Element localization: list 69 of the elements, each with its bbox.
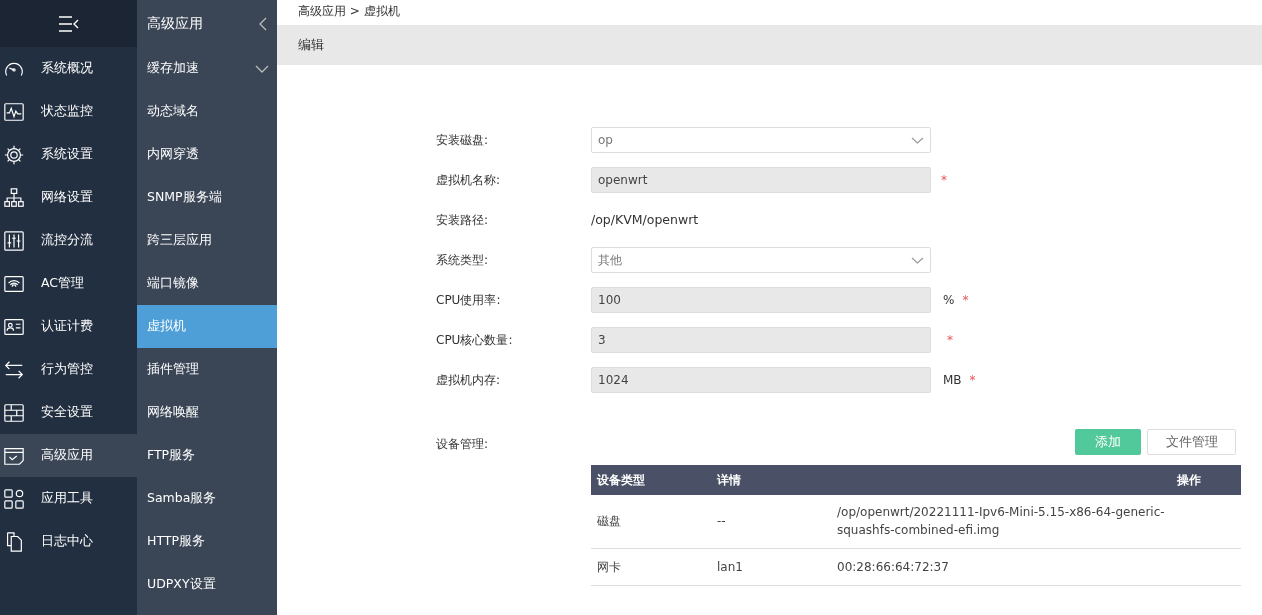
sidebar-item[interactable]: 高级应用: [0, 434, 137, 477]
required-mark: *: [969, 372, 976, 389]
sidebar-item[interactable]: AC管理: [0, 262, 137, 305]
chevron-down-icon: [911, 136, 924, 144]
sidebar-item[interactable]: 网络设置: [0, 176, 137, 219]
menu-collapse-icon[interactable]: [57, 14, 80, 33]
submenu-item[interactable]: 端口镜像: [137, 262, 277, 305]
sliders-icon: [3, 229, 25, 252]
submenu-item[interactable]: 插件管理: [137, 348, 277, 391]
field-label: 系统类型:: [436, 252, 490, 269]
submenu-title: 高级应用: [147, 14, 203, 33]
input-field: 1024: [591, 367, 931, 393]
required-mark: *: [941, 172, 947, 189]
input-field: 3: [591, 327, 931, 353]
unit-label: MB: [943, 372, 962, 389]
collapse-chevron-icon[interactable]: [259, 16, 267, 31]
field-label: 安装路径:: [436, 212, 490, 229]
unit-label: %: [943, 292, 955, 309]
pulse-monitor-icon: [3, 100, 25, 123]
submenu-item[interactable]: Samba服务: [137, 477, 277, 520]
submenu-item[interactable]: FTP服务: [137, 434, 277, 477]
submenu-item[interactable]: UDPXY设置: [137, 563, 277, 606]
dropdown[interactable]: 其他: [591, 247, 931, 273]
sidebar-item[interactable]: 日志中心: [0, 520, 137, 563]
section-title: 编辑: [298, 36, 324, 55]
field-value: /op/KVM/openwrt: [591, 210, 700, 229]
table-cell: --: [711, 495, 831, 548]
column-header: 操作: [1171, 465, 1241, 495]
field-label: 虚拟机名称:: [436, 172, 502, 189]
submenu-item[interactable]: HTTP服务: [137, 520, 277, 563]
sidebar-item[interactable]: 系统概况: [0, 47, 137, 90]
field-label: 虚拟机内存:: [436, 372, 502, 389]
required-mark: *: [962, 292, 969, 309]
file-manager-button[interactable]: 文件管理: [1147, 429, 1236, 455]
column-header: 设备类型: [591, 465, 711, 495]
field-label: 设备管理:: [436, 437, 489, 451]
required-mark: *: [947, 332, 953, 349]
input-field: openwrt: [591, 167, 931, 193]
sidebar-item[interactable]: 系统设置: [0, 133, 137, 176]
submenu-item[interactable]: SNMP服务端: [137, 176, 277, 219]
field-label: CPU使用率:: [436, 292, 502, 309]
sidebar-item[interactable]: 行为管控: [0, 348, 137, 391]
table-cell: /op/openwrt/20221111-Ipv6-Mini-5.15-x86-64-generic-squashfs-combined-efi.img: [831, 495, 1171, 548]
submenu-item[interactable]: 缓存加速: [137, 47, 277, 90]
submenu-item[interactable]: 网络唤醒: [137, 391, 277, 434]
submenu-item[interactable]: 跨三层应用: [137, 219, 277, 262]
table-cell: 00:28:66:64:72:37: [831, 548, 1171, 585]
column-header: 详情: [711, 465, 831, 495]
chevron-down-icon: [911, 256, 924, 264]
chevron-down-icon: [255, 64, 269, 73]
settings-icon: [3, 143, 25, 166]
input-field: 100: [591, 287, 931, 313]
table-cell: lan1: [711, 548, 831, 585]
dropdown[interactable]: op: [591, 127, 931, 153]
submenu-item[interactable]: 动态域名: [137, 90, 277, 133]
breadcrumb: 高级应用 > 虚拟机: [298, 4, 400, 18]
sidebar-item[interactable]: 安全设置: [0, 391, 137, 434]
network-tree-icon: [3, 186, 25, 209]
submenu-item[interactable]: 内网穿透: [137, 133, 277, 176]
sidebar-item[interactable]: 状态监控: [0, 90, 137, 133]
table-cell: 网卡: [591, 548, 711, 585]
sidebar-item[interactable]: 流控分流: [0, 219, 137, 262]
table-cell: 磁盘: [591, 495, 711, 548]
sidebar-item[interactable]: 应用工具: [0, 477, 137, 520]
field-label: 安装磁盘:: [436, 132, 490, 149]
field-label: CPU核心数量:: [436, 332, 514, 349]
sidebar-item[interactable]: 认证计费: [0, 305, 137, 348]
apps-icon: [3, 487, 25, 510]
brick-wall-icon: [3, 401, 25, 424]
